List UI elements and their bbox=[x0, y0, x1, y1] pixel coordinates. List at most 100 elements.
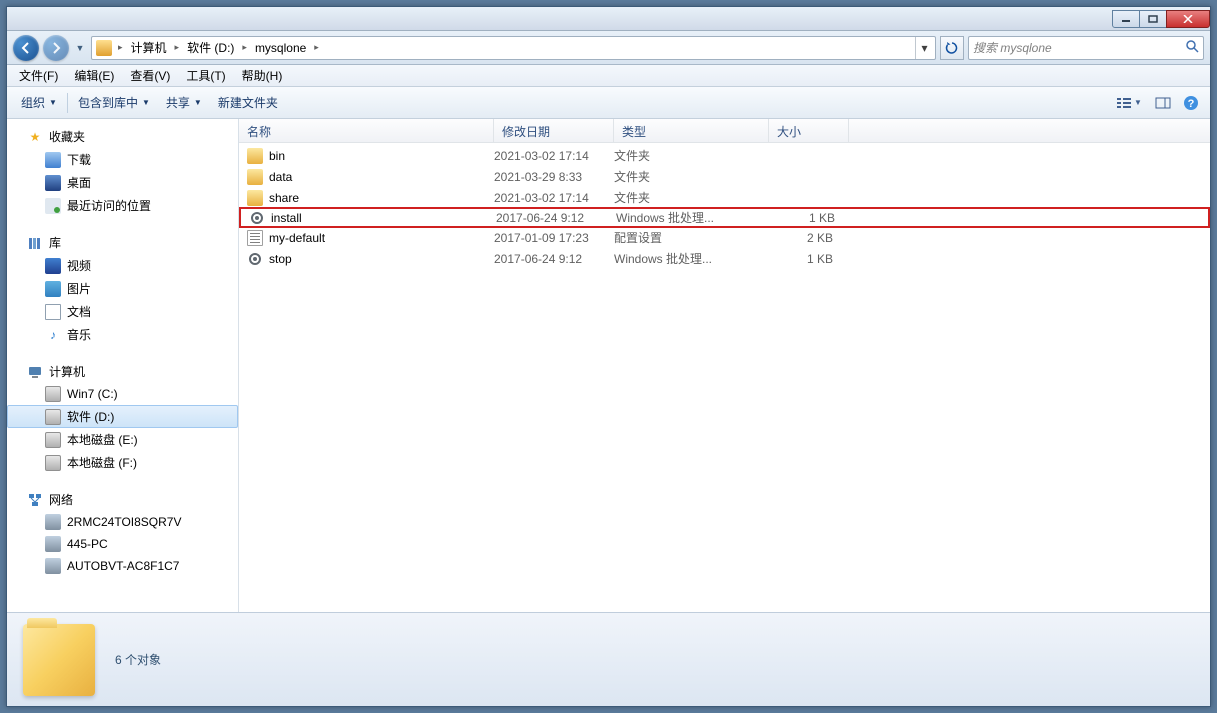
search-input[interactable]: 搜索 mysqlone bbox=[968, 36, 1204, 60]
breadcrumb-arrow[interactable]: ▸ bbox=[238, 37, 251, 59]
drive-icon bbox=[45, 432, 61, 448]
search-placeholder: 搜索 mysqlone bbox=[973, 39, 1052, 56]
network-icon bbox=[27, 492, 43, 508]
file-name: bin bbox=[269, 149, 285, 163]
sidebar-computer-header[interactable]: 计算机 bbox=[7, 360, 238, 383]
sidebar-item-drive-e[interactable]: 本地磁盘 (E:) bbox=[7, 428, 238, 451]
sidebar-favorites-header[interactable]: ★ 收藏夹 bbox=[7, 125, 238, 148]
menu-file[interactable]: 文件(F) bbox=[11, 65, 66, 86]
file-type-cell: 文件夹 bbox=[614, 189, 769, 206]
file-name-cell: data bbox=[247, 169, 494, 185]
sidebar-item-videos[interactable]: 视频 bbox=[7, 254, 238, 277]
toolbar: 组织▼ 包含到库中▼ 共享▼ 新建文件夹 ▼ ? bbox=[7, 87, 1210, 119]
library-icon bbox=[27, 235, 43, 251]
menu-help[interactable]: 帮助(H) bbox=[234, 65, 291, 86]
organize-button[interactable]: 组织▼ bbox=[13, 90, 65, 115]
sidebar[interactable]: ★ 收藏夹 下载 桌面 最近访问的位置 bbox=[7, 119, 239, 612]
file-row[interactable]: share2021-03-02 17:14文件夹 bbox=[239, 187, 1210, 208]
help-button[interactable]: ? bbox=[1178, 91, 1204, 115]
network-pc-icon bbox=[45, 536, 61, 552]
breadcrumb-seg-computer[interactable]: 计算机 bbox=[127, 37, 171, 59]
search-icon[interactable] bbox=[1185, 39, 1199, 56]
file-name: stop bbox=[269, 252, 292, 266]
sidebar-item-recent[interactable]: 最近访问的位置 bbox=[7, 194, 238, 217]
file-type-cell: 配置设置 bbox=[614, 229, 769, 246]
file-type-cell: Windows 批处理... bbox=[616, 209, 771, 226]
share-button[interactable]: 共享▼ bbox=[158, 90, 210, 115]
breadcrumb[interactable]: ▸ 计算机 ▸ 软件 (D:) ▸ mysqlone ▸ ▾ bbox=[91, 36, 936, 60]
folder-icon bbox=[96, 40, 112, 56]
sidebar-item-network-pc[interactable]: 2RMC24TOI8SQR7V bbox=[7, 511, 238, 533]
file-name: my-default bbox=[269, 231, 325, 245]
breadcrumb-seg-drive[interactable]: 软件 (D:) bbox=[183, 37, 238, 59]
menu-tools[interactable]: 工具(T) bbox=[178, 65, 233, 86]
content-area: 名称 修改日期 类型 大小 bin2021-03-02 17:14文件夹data… bbox=[239, 119, 1210, 612]
file-name: share bbox=[269, 191, 299, 205]
breadcrumb-arrow[interactable]: ▸ bbox=[171, 37, 184, 59]
file-date-cell: 2021-03-02 17:14 bbox=[494, 149, 614, 163]
minimize-button[interactable] bbox=[1112, 10, 1140, 28]
history-dropdown[interactable]: ▼ bbox=[73, 38, 87, 58]
file-name-cell: stop bbox=[247, 251, 494, 267]
file-name: data bbox=[269, 170, 292, 184]
sidebar-item-drive-d[interactable]: 软件 (D:) bbox=[7, 405, 238, 428]
sidebar-network-group: 网络 2RMC24TOI8SQR7V 445-PC AUTOBVT-AC8F1C… bbox=[7, 488, 238, 577]
sidebar-item-drive-f[interactable]: 本地磁盘 (F:) bbox=[7, 451, 238, 474]
download-icon bbox=[45, 152, 61, 168]
file-size-cell: 2 KB bbox=[769, 231, 841, 245]
file-name-cell: my-default bbox=[247, 230, 494, 246]
file-date-cell: 2017-06-24 9:12 bbox=[494, 252, 614, 266]
file-row[interactable]: stop2017-06-24 9:12Windows 批处理...1 KB bbox=[239, 248, 1210, 269]
sidebar-item-documents[interactable]: 文档 bbox=[7, 300, 238, 323]
refresh-button[interactable] bbox=[940, 36, 964, 60]
network-pc-icon bbox=[45, 514, 61, 530]
folder-icon bbox=[247, 169, 263, 185]
preview-pane-button[interactable] bbox=[1150, 91, 1176, 115]
column-header-size[interactable]: 大小 bbox=[769, 119, 849, 142]
breadcrumb-dropdown[interactable]: ▾ bbox=[915, 37, 933, 59]
view-mode-button[interactable]: ▼ bbox=[1110, 91, 1148, 115]
breadcrumb-arrow[interactable]: ▸ bbox=[310, 37, 323, 59]
forward-button[interactable] bbox=[43, 35, 69, 61]
close-button[interactable] bbox=[1166, 10, 1210, 28]
menu-view[interactable]: 查看(V) bbox=[122, 65, 178, 86]
sidebar-item-downloads[interactable]: 下载 bbox=[7, 148, 238, 171]
drive-icon bbox=[45, 409, 61, 425]
body: ★ 收藏夹 下载 桌面 最近访问的位置 bbox=[7, 119, 1210, 612]
status-text: 6 个对象 bbox=[115, 651, 161, 668]
file-size-cell: 1 KB bbox=[771, 211, 843, 225]
breadcrumb-root-arrow[interactable]: ▸ bbox=[114, 37, 127, 59]
picture-icon bbox=[45, 281, 61, 297]
menu-edit[interactable]: 编辑(E) bbox=[66, 65, 122, 86]
new-folder-button[interactable]: 新建文件夹 bbox=[210, 90, 286, 115]
file-type-cell: 文件夹 bbox=[614, 147, 769, 164]
sidebar-item-music[interactable]: ♪ 音乐 bbox=[7, 323, 238, 346]
column-header-type[interactable]: 类型 bbox=[614, 119, 769, 142]
maximize-button[interactable] bbox=[1139, 10, 1167, 28]
sidebar-item-network-pc[interactable]: 445-PC bbox=[7, 533, 238, 555]
column-header-date[interactable]: 修改日期 bbox=[494, 119, 614, 142]
file-row[interactable]: install2017-06-24 9:12Windows 批处理...1 KB bbox=[239, 207, 1210, 228]
file-row[interactable]: my-default 2017-01-09 17:23配置设置2 KB bbox=[239, 227, 1210, 248]
video-icon bbox=[45, 258, 61, 274]
file-type-cell: Windows 批处理... bbox=[614, 250, 769, 267]
sidebar-item-desktop[interactable]: 桌面 bbox=[7, 171, 238, 194]
column-header-name[interactable]: 名称 bbox=[239, 119, 494, 142]
breadcrumb-seg-folder[interactable]: mysqlone bbox=[251, 37, 310, 59]
file-date-cell: 2017-01-09 17:23 bbox=[494, 231, 614, 245]
computer-icon bbox=[27, 364, 43, 380]
sidebar-item-drive-c[interactable]: Win7 (C:) bbox=[7, 383, 238, 405]
sidebar-item-network-pc[interactable]: AUTOBVT-AC8F1C7 bbox=[7, 555, 238, 577]
folder-large-icon bbox=[23, 624, 95, 696]
file-list[interactable]: bin2021-03-02 17:14文件夹data2021-03-29 8:3… bbox=[239, 143, 1210, 612]
sidebar-libraries-header[interactable]: 库 bbox=[7, 231, 238, 254]
sidebar-network-header[interactable]: 网络 bbox=[7, 488, 238, 511]
file-name-cell: install bbox=[249, 210, 496, 226]
navbar: ▼ ▸ 计算机 ▸ 软件 (D:) ▸ mysqlone ▸ ▾ 搜索 mysq… bbox=[7, 31, 1210, 65]
file-row[interactable]: bin 2021-03-02 17:14文件夹 bbox=[239, 145, 1210, 166]
sidebar-item-pictures[interactable]: 图片 bbox=[7, 277, 238, 300]
titlebar[interactable] bbox=[7, 7, 1210, 31]
back-button[interactable] bbox=[13, 35, 39, 61]
include-in-library-button[interactable]: 包含到库中▼ bbox=[70, 90, 158, 115]
file-row[interactable]: data2021-03-29 8:33文件夹 bbox=[239, 166, 1210, 187]
